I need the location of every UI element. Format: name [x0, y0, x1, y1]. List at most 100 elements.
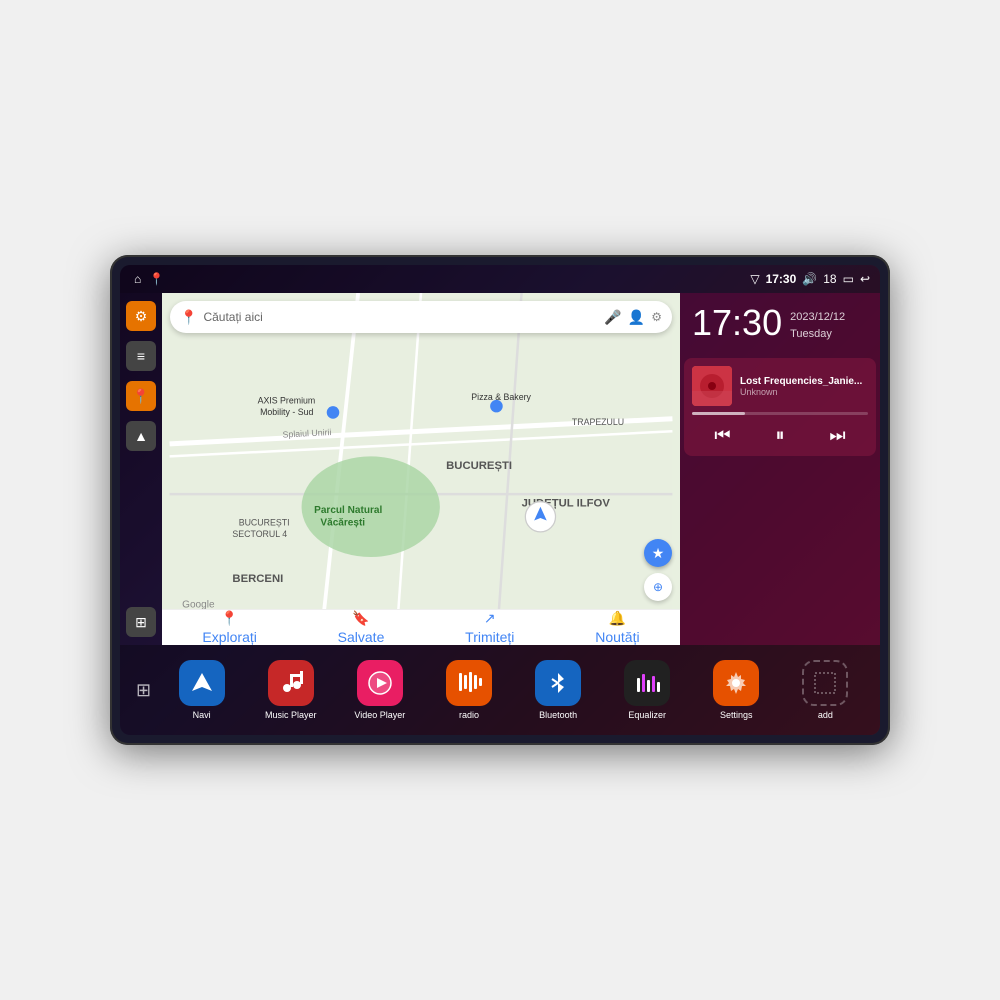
- settings-icon: ⚙: [135, 308, 148, 325]
- explore-label: Explorați: [202, 629, 256, 645]
- share-label: Trimiteți: [465, 629, 514, 645]
- settings-icon-bg: [713, 660, 759, 706]
- svg-text:BERCENI: BERCENI: [232, 573, 283, 585]
- main-area: ⚙ ≡ 📍 ▲ ⊞: [120, 293, 880, 645]
- crosshair-icon: ⊕: [653, 580, 663, 594]
- bluetooth-icon-bg: [535, 660, 581, 706]
- video-player-icon-bg: [357, 660, 403, 706]
- news-label: Noutăți: [595, 629, 639, 645]
- search-placeholder: Căutați aici: [203, 310, 598, 324]
- equalizer-icon-bg: [624, 660, 670, 706]
- app-settings[interactable]: Settings: [706, 660, 766, 720]
- svg-text:AXIS Premium: AXIS Premium: [258, 396, 316, 406]
- map-container[interactable]: Parcul Natural Văcărești BUCUREȘTI BUCUR…: [162, 293, 680, 645]
- map-search-bar[interactable]: 📍 Căutați aici 🎤 👤 ⚙: [170, 301, 672, 333]
- app-icons-row: Navi Music Player: [157, 660, 870, 720]
- video-player-label: Video Player: [354, 710, 405, 720]
- files-icon: ≡: [137, 348, 145, 364]
- add-label: add: [818, 710, 833, 720]
- grid-icon: ⊞: [135, 614, 147, 631]
- progress-bar[interactable]: [692, 412, 868, 415]
- news-icon: 🔔: [609, 610, 626, 627]
- device: ⌂ 📍 ▽ 17:30 🔊 18 ▭ ↩ ⚙ ≡: [110, 255, 890, 745]
- maps-nav-icon[interactable]: 📍: [149, 272, 164, 286]
- app-equalizer[interactable]: Equalizer: [617, 660, 677, 720]
- map-locate-button[interactable]: ⊕: [644, 573, 672, 601]
- app-grid-bar: ⊞ Navi: [120, 645, 880, 735]
- sidebar: ⚙ ≡ 📍 ▲ ⊞: [120, 293, 162, 645]
- app-bluetooth[interactable]: Bluetooth: [528, 660, 588, 720]
- sidebar-nav[interactable]: ▲: [126, 421, 156, 451]
- battery-icon: ▭: [843, 272, 854, 286]
- status-bar-right: ▽ 17:30 🔊 18 ▭ ↩: [750, 272, 870, 286]
- map-pin-icon: 📍: [132, 388, 149, 405]
- svg-text:TRAPEZULU: TRAPEZULU: [572, 417, 624, 427]
- grid-menu-icon[interactable]: ⊞: [130, 680, 157, 701]
- song-artist: Unknown: [740, 387, 868, 397]
- next-button[interactable]: ⏭: [821, 423, 853, 448]
- status-time: 17:30: [766, 272, 797, 286]
- home-icon[interactable]: ⌂: [134, 272, 141, 286]
- svg-text:Văcărești: Văcărești: [320, 518, 365, 529]
- radio-label: radio: [459, 710, 479, 720]
- svg-text:Mobility - Sud: Mobility - Sud: [260, 407, 313, 417]
- back-icon[interactable]: ↩: [860, 272, 870, 286]
- play-pause-button[interactable]: ⏸: [767, 423, 792, 448]
- music-info-row: Lost Frequencies_Janie... Unknown: [692, 366, 868, 406]
- map-view: Parcul Natural Văcărești BUCUREȘTI BUCUR…: [162, 293, 680, 645]
- navi-label: Navi: [193, 710, 211, 720]
- clock-area: 17:30 2023/12/12 Tuesday: [680, 293, 880, 354]
- map-nav-share[interactable]: ↗ Trimiteți: [465, 610, 514, 645]
- song-title: Lost Frequencies_Janie...: [740, 376, 868, 387]
- music-player-label: Music Player: [265, 710, 317, 720]
- add-icon-bg: [802, 660, 848, 706]
- app-navi[interactable]: Navi: [172, 660, 232, 720]
- equalizer-label: Equalizer: [628, 710, 666, 720]
- app-video-player[interactable]: Video Player: [350, 660, 410, 720]
- saved-label: Salvate: [338, 629, 385, 645]
- map-settings-icon[interactable]: ⚙: [651, 310, 662, 324]
- share-icon: ↗: [484, 610, 496, 627]
- mic-icon[interactable]: 🎤: [604, 309, 621, 326]
- map-svg: Parcul Natural Văcărești BUCUREȘTI BUCUR…: [162, 293, 680, 645]
- settings-label: Settings: [720, 710, 753, 720]
- music-text: Lost Frequencies_Janie... Unknown: [740, 376, 868, 397]
- star-icon: ★: [652, 545, 665, 562]
- right-panel: 17:30 2023/12/12 Tuesday: [680, 293, 880, 645]
- navi-icon-bg: [179, 660, 225, 706]
- prev-button[interactable]: ⏮: [706, 423, 738, 448]
- saved-icon: 🔖: [352, 610, 369, 627]
- sidebar-files[interactable]: ≡: [126, 341, 156, 371]
- nav-arrow-icon: ▲: [134, 428, 148, 444]
- map-nav-saved[interactable]: 🔖 Salvate: [338, 610, 385, 645]
- sidebar-settings[interactable]: ⚙: [126, 301, 156, 331]
- app-add[interactable]: add: [795, 660, 855, 720]
- clock-date-value: 2023/12/12: [790, 311, 845, 323]
- map-nav-explore[interactable]: 📍 Explorați: [202, 610, 256, 645]
- sidebar-grid[interactable]: ⊞: [126, 607, 156, 637]
- map-destination-button[interactable]: ★: [644, 539, 672, 567]
- music-player-icon-bg: [268, 660, 314, 706]
- map-nav-news[interactable]: 🔔 Noutăți: [595, 610, 639, 645]
- google-maps-icon: 📍: [180, 309, 197, 326]
- radio-icon-bg: [446, 660, 492, 706]
- app-music-player[interactable]: Music Player: [261, 660, 321, 720]
- screen: ⌂ 📍 ▽ 17:30 🔊 18 ▭ ↩ ⚙ ≡: [120, 265, 880, 735]
- volume-icon: 🔊: [802, 272, 817, 286]
- album-art: [692, 366, 732, 406]
- progress-bar-fill: [692, 412, 745, 415]
- account-icon[interactable]: 👤: [628, 309, 645, 326]
- svg-text:Pizza & Bakery: Pizza & Bakery: [471, 392, 531, 402]
- battery-level: 18: [823, 272, 836, 286]
- sidebar-maps[interactable]: 📍: [126, 381, 156, 411]
- svg-text:Parcul Natural: Parcul Natural: [314, 505, 382, 516]
- wifi-icon: ▽: [750, 272, 759, 286]
- clock-time: 17:30: [692, 305, 782, 341]
- app-radio[interactable]: radio: [439, 660, 499, 720]
- map-bottom-bar: 📍 Explorați 🔖 Salvate ↗ Trimiteți: [162, 609, 680, 645]
- music-player: Lost Frequencies_Janie... Unknown ⏮ ⏸ ⏭: [684, 358, 876, 456]
- status-bar-left: ⌂ 📍: [130, 272, 164, 286]
- center-content: Parcul Natural Văcărești BUCUREȘTI BUCUR…: [162, 293, 680, 645]
- clock-day: Tuesday: [790, 328, 832, 340]
- svg-text:SECTORUL 4: SECTORUL 4: [232, 529, 287, 539]
